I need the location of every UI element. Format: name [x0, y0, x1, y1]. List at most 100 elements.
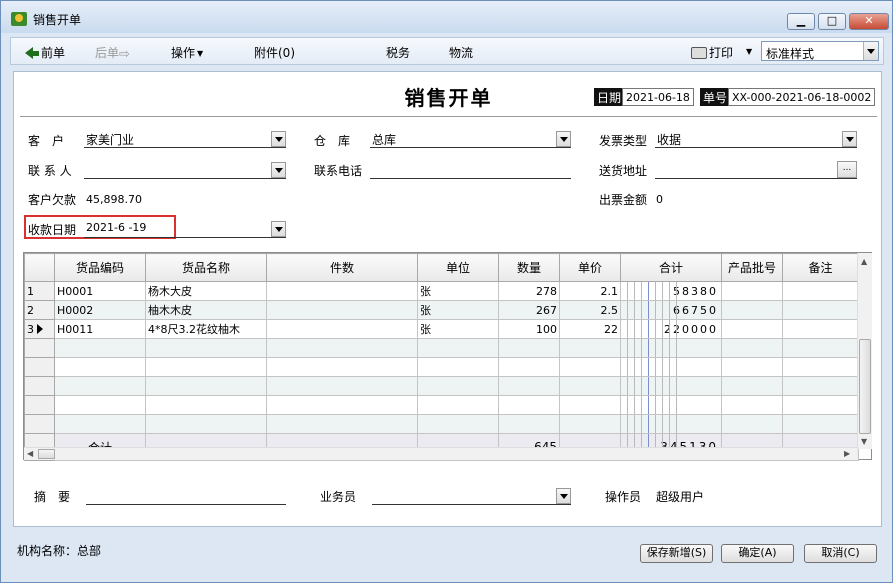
table-row[interactable]: 1 H0001 杨木大皮 张 278 2.1 58380 [24, 281, 859, 301]
cell-price[interactable]: 22 [559, 319, 621, 339]
table-row[interactable]: 3 H0011 4*8尺3.2花纹柚木 张 100 22 220000 [24, 319, 859, 339]
operate-label: 操作 [171, 46, 196, 60]
invoice-type-select[interactable]: 收据 [655, 130, 857, 148]
cell-unit[interactable]: 张 [417, 319, 499, 339]
horizontal-scroll-thumb[interactable] [38, 449, 55, 459]
table-row[interactable]: 2 H0002 柚木木皮 张 267 2.5 66750 [24, 300, 859, 320]
date-tag: 日期 [594, 88, 625, 106]
ok-button[interactable]: 确定(A) [721, 544, 794, 563]
summary-input[interactable] [86, 487, 286, 505]
scroll-up-icon[interactable]: ▲ [861, 257, 867, 266]
cell-batch[interactable] [721, 300, 783, 320]
column-header[interactable]: 合计 [620, 253, 722, 282]
cell-total[interactable]: 220000 [620, 319, 722, 339]
cell-code[interactable]: H0011 [54, 319, 146, 339]
contact-select[interactable] [84, 161, 286, 179]
address-label: 送货地址 [599, 164, 648, 178]
print-style-select[interactable]: 标准样式 [761, 41, 879, 61]
column-header[interactable]: 数量 [498, 253, 560, 282]
minimize-button[interactable]: ▁ [787, 13, 815, 30]
cell-note[interactable] [782, 319, 859, 339]
chevron-down-icon[interactable] [556, 131, 571, 147]
cell-code[interactable]: H0002 [54, 300, 146, 320]
row-index[interactable]: 2 [24, 300, 55, 320]
customer-select[interactable]: 家美门业 [84, 130, 286, 148]
scroll-right-icon[interactable]: ▶ [844, 449, 850, 458]
print-label: 打印 [709, 46, 734, 60]
org-name: 机构名称：总部 [17, 544, 102, 558]
cell-total[interactable]: 66750 [620, 300, 722, 320]
cell-pieces[interactable] [266, 319, 418, 339]
cell-unit[interactable]: 张 [417, 300, 499, 320]
column-header[interactable]: 件数 [266, 253, 418, 282]
empty-row[interactable] [24, 414, 859, 434]
salesman-select[interactable] [372, 487, 571, 505]
row-index[interactable]: 1 [24, 281, 55, 301]
cell-total[interactable]: 58380 [620, 281, 722, 301]
maximize-button[interactable]: □ [818, 13, 846, 30]
next-order-button[interactable]: 后单⇨ [95, 44, 130, 62]
items-grid: 货品编码 货品名称 件数 单位 数量 单价 合计 产品批号 备注 1 H0001 [23, 252, 872, 461]
cell-qty[interactable]: 100 [498, 319, 560, 339]
cell-note[interactable] [782, 300, 859, 320]
column-header[interactable]: 货品编码 [54, 253, 146, 282]
chevron-down-icon[interactable] [271, 221, 286, 237]
save-new-button[interactable]: 保存新增(S) [640, 544, 713, 563]
cell-name[interactable]: 4*8尺3.2花纹柚木 [145, 319, 267, 339]
order-number-field[interactable]: XX-000-2021-06-18-0002 [728, 88, 875, 106]
chevron-down-icon: ▼ [746, 47, 753, 56]
empty-row[interactable] [24, 376, 859, 396]
column-header[interactable]: 单位 [417, 253, 499, 282]
invoice-type-label: 发票类型 [599, 134, 648, 148]
address-input[interactable]: ... [655, 161, 857, 179]
current-row-icon [37, 323, 43, 334]
scroll-left-icon[interactable]: ◀ [27, 449, 33, 458]
warehouse-select[interactable]: 总库 [370, 130, 571, 148]
column-header[interactable]: 产品批号 [721, 253, 783, 282]
empty-row[interactable] [24, 357, 859, 377]
cell-name[interactable]: 柚木木皮 [145, 300, 267, 320]
operate-menu[interactable]: 操作 ▼ [171, 44, 203, 61]
cell-name[interactable]: 杨木大皮 [145, 281, 267, 301]
print-button[interactable]: 打印 [691, 44, 733, 61]
row-index[interactable]: 3 [24, 319, 55, 339]
column-header[interactable]: 货品名称 [145, 253, 267, 282]
print-dropdown[interactable]: ▼ [744, 44, 752, 58]
cell-total-value: 66750 [673, 303, 718, 317]
printer-icon [691, 47, 707, 59]
vertical-scroll-thumb[interactable] [859, 339, 871, 434]
chevron-down-icon[interactable] [556, 488, 571, 504]
phone-input[interactable] [370, 161, 571, 179]
cell-qty[interactable]: 267 [498, 300, 560, 320]
cancel-button[interactable]: 取消(C) [804, 544, 877, 563]
prev-order-button[interactable]: 前单 [25, 44, 65, 61]
cell-code[interactable]: H0001 [54, 281, 146, 301]
empty-row[interactable] [24, 338, 859, 358]
date-field[interactable]: 2021-06-18 [622, 88, 694, 106]
chevron-down-icon[interactable] [271, 131, 286, 147]
cell-unit[interactable]: 张 [417, 281, 499, 301]
cell-note[interactable] [782, 281, 859, 301]
chevron-down-icon[interactable] [271, 162, 286, 178]
chevron-down-icon[interactable] [863, 42, 878, 60]
cell-batch[interactable] [721, 319, 783, 339]
column-header[interactable]: 备注 [782, 253, 859, 282]
scroll-down-icon[interactable]: ▼ [861, 437, 867, 446]
logistics-button[interactable]: 物流 [449, 44, 473, 61]
cell-pieces[interactable] [266, 281, 418, 301]
cell-batch[interactable] [721, 281, 783, 301]
cell-price[interactable]: 2.1 [559, 281, 621, 301]
column-header[interactable]: 单价 [559, 253, 621, 282]
cell-qty[interactable]: 278 [498, 281, 560, 301]
tax-button[interactable]: 税务 [386, 44, 410, 61]
chevron-down-icon[interactable] [842, 131, 857, 147]
close-button[interactable]: ✕ [849, 13, 889, 30]
cell-price[interactable]: 2.5 [559, 300, 621, 320]
attachment-button[interactable]: 附件(0) [254, 44, 295, 61]
cell-pieces[interactable] [266, 300, 418, 320]
receipt-date-select[interactable]: 2021-6 -19 [84, 220, 286, 238]
horizontal-scrollbar[interactable]: ◀ ▶ [24, 447, 857, 460]
address-picker-button[interactable]: ... [837, 161, 857, 178]
empty-row[interactable] [24, 395, 859, 415]
vertical-scrollbar[interactable]: ▲ ▼ [857, 253, 872, 449]
